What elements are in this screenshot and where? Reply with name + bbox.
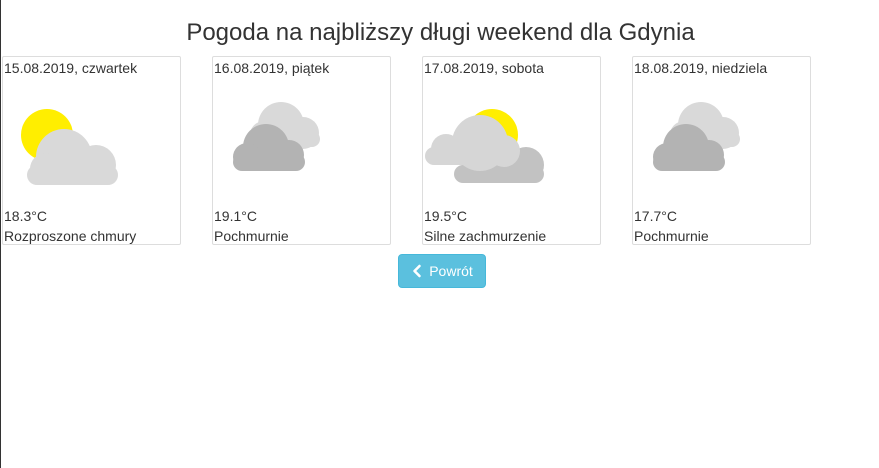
forecast-date: 18.08.2019, niedziela — [634, 60, 768, 76]
forecast-description: Rozproszone chmury — [4, 228, 137, 244]
overcast-clouds-icon — [634, 87, 754, 197]
forecast-date: 17.08.2019, sobota — [424, 60, 544, 76]
chevron-left-icon — [411, 264, 423, 278]
forecast-date: 16.08.2019, piątek — [214, 60, 330, 76]
overcast-clouds-icon — [214, 87, 334, 197]
back-button-label: Powrót — [429, 263, 473, 279]
page-title: Pogoda na najbliższy długi weekend dla G… — [186, 19, 695, 46]
broken-clouds-sun-icon — [424, 87, 544, 197]
forecast-temperature: 17.7°C — [634, 208, 677, 224]
forecast-temperature: 19.5°C — [424, 208, 467, 224]
forecast-date: 15.08.2019, czwartek — [4, 60, 138, 76]
page: Pogoda na najbliższy długi weekend dla G… — [0, 0, 879, 468]
forecast-description: Pochmurnie — [214, 228, 289, 244]
forecast-card-day-2: 16.08.2019, piątek 19.1°C Pochmurnie — [212, 56, 391, 245]
back-button[interactable]: Powrót — [398, 254, 486, 288]
forecast-card-day-4: 18.08.2019, niedziela 17.7°C Pochmurnie — [632, 56, 811, 245]
forecast-card-day-1: 15.08.2019, czwartek 18.3°C Rozproszone … — [2, 56, 181, 245]
forecast-description: Silne zachmurzenie — [424, 228, 547, 244]
forecast-temperature: 19.1°C — [214, 208, 257, 224]
sun-behind-cloud-icon — [4, 87, 124, 197]
forecast-card-day-3: 17.08.2019, sobota 19.5°C Silne zachmurz… — [422, 56, 601, 245]
forecast-description: Pochmurnie — [634, 228, 709, 244]
forecast-temperature: 18.3°C — [4, 208, 47, 224]
